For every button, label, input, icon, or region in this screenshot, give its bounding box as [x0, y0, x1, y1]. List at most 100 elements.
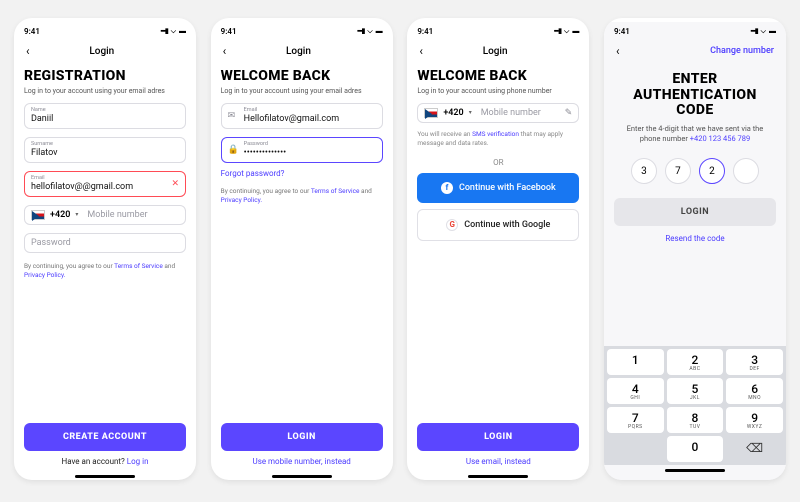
phone-placeholder: Mobile number [87, 210, 147, 220]
continue-google-button[interactable]: G Continue with Google [417, 209, 579, 241]
status-time: 9:41 [221, 27, 237, 36]
lock-icon: 🔒 [228, 145, 239, 155]
key-1[interactable]: 1 [607, 349, 664, 375]
status-time: 9:41 [614, 27, 630, 36]
phone-field[interactable]: +420 ▾ Mobile number [24, 205, 186, 225]
create-account-button[interactable]: CREATE ACCOUNT [24, 423, 186, 451]
key-blank [607, 436, 664, 462]
email-field[interactable]: ✉ Email Hellofilatov@gmail.com [221, 103, 383, 129]
code-digits: 3 7 2 [604, 158, 786, 184]
help-text: Enter the 4-digit that we have sent via … [604, 124, 786, 144]
password-value: •••••••••••••• [244, 148, 376, 158]
page-heading: WELCOME BACK [221, 68, 383, 84]
email-field[interactable]: Email hellofilatov@@gmail.com ✕ [24, 171, 186, 197]
sms-verification-link[interactable]: SMS verification [472, 130, 519, 138]
privacy-link[interactable]: Privacy Policy. [221, 196, 262, 204]
digit-4[interactable] [733, 158, 759, 184]
login-button[interactable]: LOGIN [417, 423, 579, 451]
login-button[interactable]: LOGIN [614, 198, 776, 226]
use-mobile-link[interactable]: Use mobile number, instead [253, 457, 351, 466]
login-prompt: Have an account? Log in [61, 457, 148, 466]
edit-icon[interactable]: ✎ [565, 108, 573, 118]
chevron-down-icon[interactable]: ▾ [75, 211, 78, 218]
status-indicators: ▪▪▪▮ ⌵ ▬ [357, 27, 383, 36]
clear-icon[interactable]: ✕ [171, 179, 179, 189]
mail-icon: ✉ [228, 111, 236, 121]
email-value: Hellofilatov@gmail.com [244, 114, 376, 124]
surname-field[interactable]: Surname Filatov [24, 137, 186, 163]
key-delete[interactable]: ⌫ [726, 436, 783, 462]
key-0[interactable]: 0 [667, 436, 724, 462]
password-placeholder: Password [31, 238, 179, 248]
email-label: Email [244, 107, 376, 113]
chevron-down-icon[interactable]: ▾ [469, 109, 472, 116]
screen-login-phone: 9:41 ▪▪▪▮ ⌵ ▬ ‹ Login WELCOME BACK Log i… [407, 18, 589, 480]
home-indicator [468, 475, 528, 478]
resend-code-link[interactable]: Resend the code [614, 234, 776, 243]
digit-1[interactable]: 3 [631, 158, 657, 184]
page-subtitle: Log in to your account using your email … [24, 87, 186, 95]
screen-auth-code: 9:41 ▪▪▪▮ ⌵ ▬ ‹ Change number ENTER AUTH… [604, 18, 786, 480]
phone-field[interactable]: +420 ▾ Mobile number ✎ [417, 103, 579, 123]
status-indicators: ▪▪▪▮ ⌵ ▬ [750, 27, 776, 36]
back-icon[interactable]: ‹ [616, 44, 620, 58]
password-label: Password [244, 141, 376, 147]
key-6[interactable]: 6MNO [726, 378, 783, 404]
legal-text: By continuing, you agree to our Terms of… [221, 187, 383, 205]
tos-link[interactable]: Terms of Service [311, 187, 360, 195]
status-bar: 9:41 ▪▪▪▮ ⌵ ▬ [407, 22, 589, 40]
dial-code[interactable]: +420 [50, 210, 70, 220]
privacy-link[interactable]: Privacy Policy. [24, 271, 65, 279]
surname-value: Filatov [31, 148, 179, 158]
phone-placeholder: Mobile number [481, 108, 541, 118]
status-bar: 9:41 ▪▪▪▮ ⌵ ▬ [211, 22, 393, 40]
login-link[interactable]: Log in [127, 457, 149, 466]
status-time: 9:41 [24, 27, 40, 36]
home-indicator [75, 475, 135, 478]
key-9[interactable]: 9WXYZ [726, 407, 783, 433]
key-5[interactable]: 5JKL [667, 378, 724, 404]
use-email-link[interactable]: Use email, instead [466, 457, 531, 466]
home-indicator [272, 475, 332, 478]
screen-registration: 9:41 ▪▪▪▮ ⌵ ▬ ‹ Login REGISTRATION Log i… [14, 18, 196, 480]
flag-icon [424, 108, 438, 118]
digit-3[interactable]: 2 [699, 158, 725, 184]
status-indicators: ▪▪▪▮ ⌵ ▬ [554, 27, 580, 36]
flag-icon [31, 210, 45, 220]
sms-note: You will receive an SMS verification tha… [417, 130, 579, 148]
key-3[interactable]: 3DEF [726, 349, 783, 375]
numeric-keypad: 1 2ABC3DEF 4GHI5JKL6MNO 7PQRS8TUV9WXYZ0 ⌫ [604, 346, 786, 465]
digit-2[interactable]: 7 [665, 158, 691, 184]
nav-bar: ‹ Login [14, 40, 196, 64]
nav-title: Login [30, 46, 174, 57]
status-time: 9:41 [417, 27, 433, 36]
tos-link[interactable]: Terms of Service [114, 262, 163, 270]
change-number-link[interactable]: Change number [710, 46, 774, 56]
status-bar: 9:41 ▪▪▪▮ ⌵ ▬ [604, 22, 786, 40]
name-field[interactable]: Name Daniil [24, 103, 186, 129]
page-subtitle: Log in to your account using phone numbe… [417, 87, 579, 95]
nav-title: Login [423, 46, 567, 57]
name-label: Name [31, 107, 179, 113]
password-field[interactable]: Password [24, 233, 186, 253]
page-heading: ENTER AUTHENTICATION CODE [604, 72, 786, 119]
page-heading: WELCOME BACK [417, 68, 579, 84]
dial-code[interactable]: +420 [443, 108, 463, 118]
page-heading: REGISTRATION [24, 68, 186, 84]
screen-login-email: 9:41 ▪▪▪▮ ⌵ ▬ ‹ Login WELCOME BACK Log i… [211, 18, 393, 480]
key-4[interactable]: 4GHI [607, 378, 664, 404]
continue-facebook-button[interactable]: f Continue with Facebook [417, 173, 579, 203]
status-indicators: ▪▪▪▮ ⌵ ▬ [160, 27, 186, 36]
nav-title: Login [226, 46, 370, 57]
password-field[interactable]: 🔒 Password •••••••••••••• [221, 137, 383, 163]
key-2[interactable]: 2ABC [667, 349, 724, 375]
login-button[interactable]: LOGIN [221, 423, 383, 451]
google-icon: G [446, 219, 458, 231]
forgot-password-link[interactable]: Forgot password? [221, 169, 383, 178]
key-8[interactable]: 8TUV [667, 407, 724, 433]
key-7[interactable]: 7PQRS [607, 407, 664, 433]
facebook-icon: f [441, 182, 453, 194]
or-divider: OR [417, 158, 579, 167]
status-bar: 9:41 ▪▪▪▮ ⌵ ▬ [14, 22, 196, 40]
surname-label: Surname [31, 141, 179, 147]
